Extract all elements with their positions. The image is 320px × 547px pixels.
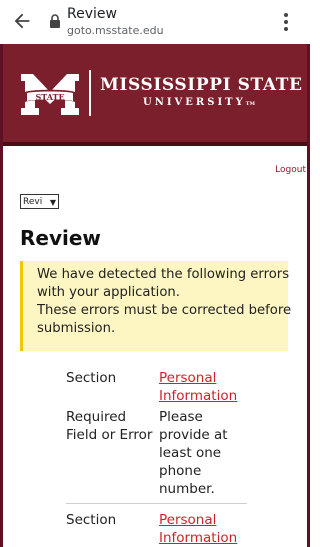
dropdown-arrow-icon: ▼ <box>49 198 56 207</box>
section-link[interactable]: Personal Information <box>159 369 237 405</box>
university-name: MISSISSIPPI STATE <box>100 75 303 95</box>
banner-border <box>3 142 307 146</box>
url-bar[interactable]: goto.msstate.edu <box>67 24 164 37</box>
section-link[interactable]: Personal Information <box>159 511 237 547</box>
page-title-tab: Review <box>67 6 117 22</box>
alert-line: submission. <box>37 321 116 336</box>
page-rail-right <box>307 44 310 547</box>
arrow-left-icon[interactable] <box>11 10 33 32</box>
logout-link[interactable]: Logout <box>275 165 306 175</box>
alert-line: We have detected the following errors <box>37 267 290 282</box>
page-select[interactable]: Revi ▼ <box>20 194 59 209</box>
page-heading: Review <box>20 226 101 250</box>
lock-icon <box>50 14 60 28</box>
page-select-value: Revi <box>23 197 43 207</box>
msu-logo[interactable]: STATE <box>19 70 81 118</box>
section-label: Section <box>66 512 117 528</box>
field-label: Required Field or Error <box>66 409 153 443</box>
more-vert-icon[interactable] <box>283 12 289 32</box>
alert-line: These errors must be corrected before <box>37 303 292 318</box>
banner-divider <box>89 70 91 116</box>
error-message: Please provide at least one phone number… <box>159 409 228 497</box>
logo-text: STATE <box>35 92 64 102</box>
error-alert: We have detected the following errors wi… <box>20 261 292 351</box>
row-divider <box>66 503 247 504</box>
university-subtitle: UNIVERSITYTM <box>143 97 255 108</box>
browser-toolbar: Review goto.msstate.edu <box>0 0 310 45</box>
alert-line: with your application. <box>37 285 180 300</box>
section-label: Section <box>66 370 117 386</box>
